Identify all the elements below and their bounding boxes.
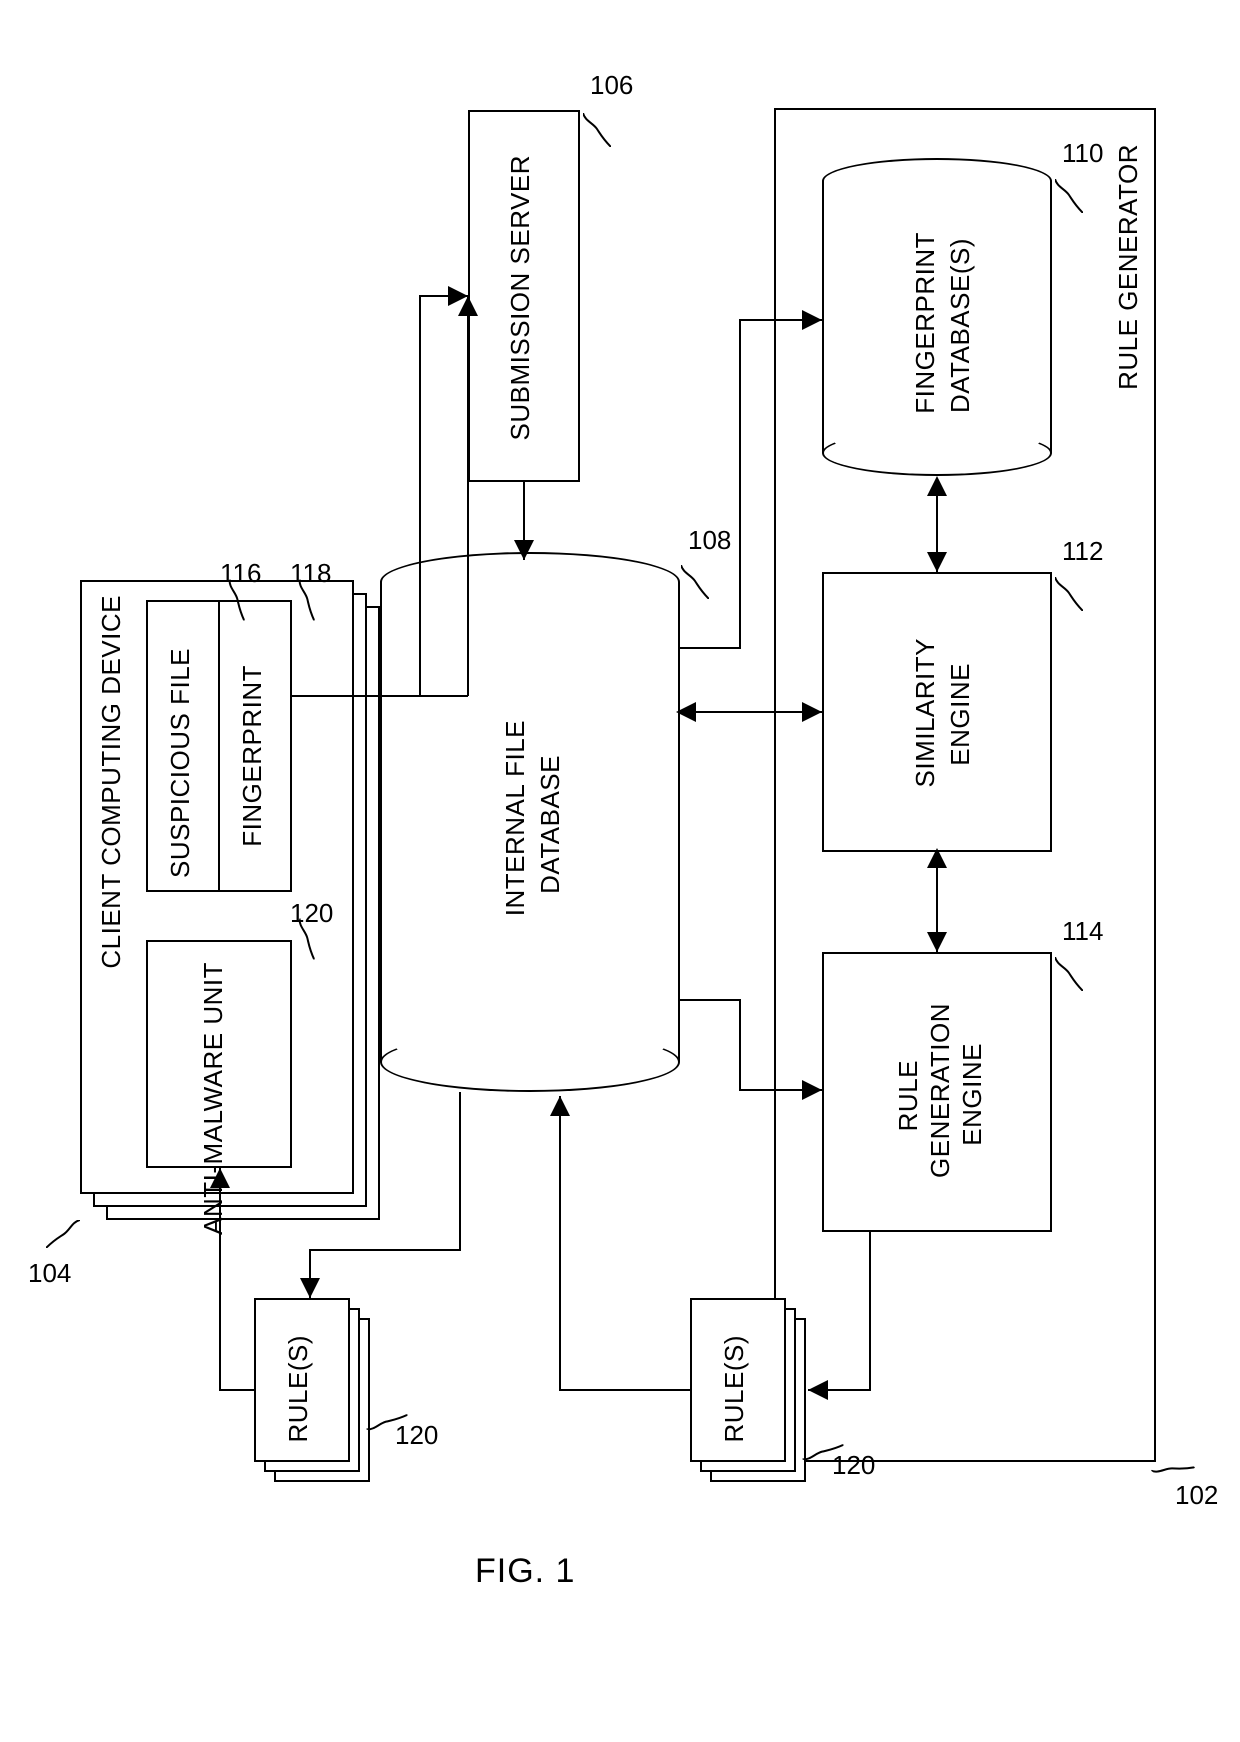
ref-120-am: 120 [290, 898, 333, 929]
internal-db-label-2: DATABASE [535, 755, 566, 894]
ref-118: 118 [290, 558, 331, 589]
ref-106: 106 [590, 70, 633, 101]
rules-right-label: RULE(S) [719, 1335, 750, 1443]
client-device-title: CLIENT COMPUTING DEVICE [96, 595, 127, 969]
ref-102: 102 [1175, 1480, 1218, 1511]
suspicious-file-label: SUSPICIOUS FILE [165, 648, 196, 878]
ref-116: 116 [220, 558, 261, 589]
similarity-engine-label-1: SIMILARITY [910, 638, 941, 787]
figure-label: FIG. 1 [475, 1552, 575, 1591]
ref-114: 114 [1062, 916, 1103, 947]
leader-icon [681, 565, 709, 599]
rule-generator-title: RULE GENERATOR [1113, 144, 1144, 390]
ref-108: 108 [688, 525, 731, 556]
rule-gen-engine-label-1: RULE [893, 1060, 924, 1131]
rules-left-label: RULE(S) [283, 1335, 314, 1443]
rule-gen-engine-label-3: ENGINE [957, 1043, 988, 1146]
submission-server-label: SUBMISSION SERVER [505, 155, 536, 440]
ref-120-left: 120 [395, 1420, 438, 1451]
leader-icon [1055, 179, 1083, 213]
leader-icon [1055, 577, 1083, 611]
ref-120-right: 120 [832, 1450, 875, 1481]
ref-104: 104 [28, 1258, 71, 1289]
leader-icon [1055, 957, 1083, 991]
fingerprint-db-label-1: FINGERPRINT [910, 232, 941, 414]
leader-icon [46, 1220, 80, 1248]
rule-gen-engine-label-2: GENERATION [925, 1003, 956, 1178]
internal-db-label-1: INTERNAL FILE [500, 720, 531, 916]
ref-110: 110 [1062, 138, 1103, 169]
similarity-engine-label-2: ENGINE [945, 663, 976, 766]
anti-malware-label: ANTI-MALWARE UNIT [198, 962, 229, 1235]
leader-icon [583, 113, 611, 147]
fingerprint-db-label-2: DATABASE(S) [945, 238, 976, 413]
ref-112: 112 [1062, 536, 1103, 567]
fingerprint-label: FINGERPRINT [237, 665, 268, 847]
